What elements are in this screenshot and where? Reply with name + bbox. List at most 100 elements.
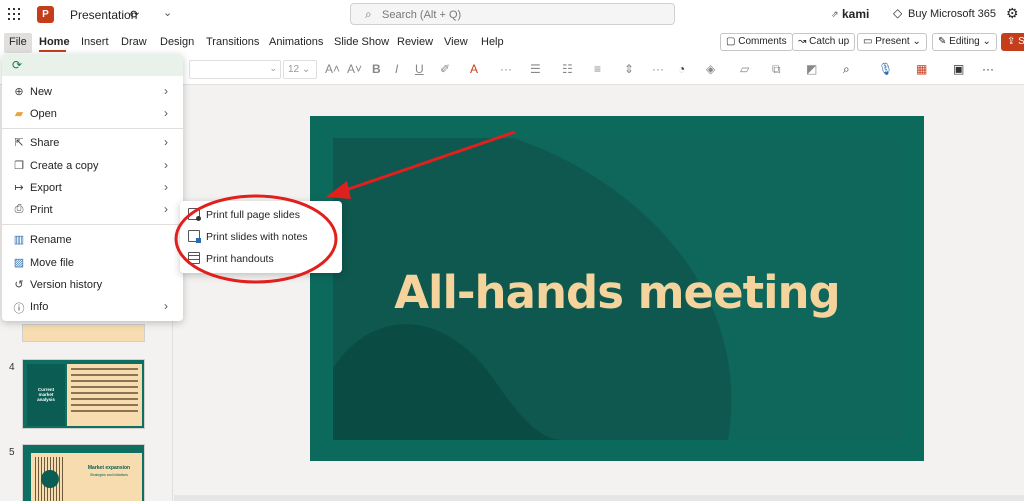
increase-font-icon[interactable]: A˄ [325, 62, 340, 76]
tab-review[interactable]: Review [397, 36, 433, 48]
slide-number: 5 [9, 447, 15, 458]
more-icon[interactable]: ··· [500, 62, 512, 76]
designer-icon[interactable]: ▦ [916, 62, 927, 76]
dictate-icon[interactable]: 🎙 [878, 62, 893, 76]
notes-print-icon [188, 230, 201, 243]
menu-item-open[interactable]: ▰ Open › [2, 104, 183, 124]
menu-item-label: Info [30, 301, 49, 313]
tab-file[interactable]: File [4, 33, 32, 53]
font-size-box[interactable]: 12 ⌄ [283, 60, 317, 79]
saved-status-icon: ⟳ [130, 9, 140, 21]
italic-icon[interactable]: I [395, 62, 398, 76]
slide-number: 4 [9, 362, 15, 373]
thumbnail-title: Market expansion [87, 465, 131, 471]
menu-item-create-copy[interactable]: ❐ Create a copy › [2, 156, 183, 176]
chevron-right-icon: › [164, 158, 168, 172]
active-tab-indicator [39, 50, 66, 52]
autosave-icon: ⟳ [12, 58, 23, 72]
highlight-icon[interactable]: ✐ [440, 62, 450, 76]
print-submenu: Print full page slides Print slides with… [180, 201, 342, 273]
tab-transitions[interactable]: Transitions [206, 36, 259, 48]
present-label: Present [875, 36, 910, 47]
numbering-icon[interactable]: ☷ [562, 62, 573, 76]
shapes-icon[interactable]: ◔ [678, 62, 685, 76]
menu-item-version-history[interactable]: ↺ Version history [2, 275, 183, 295]
tab-insert[interactable]: Insert [81, 36, 109, 48]
font-family-box[interactable]: ⌄ [189, 60, 281, 79]
menu-item-move-file[interactable]: ▨ Move file [2, 253, 183, 273]
align-icon[interactable]: ≡ [594, 62, 601, 76]
thumbnail-circle [41, 470, 59, 488]
menu-item-export[interactable]: ↦ Export › [2, 178, 183, 198]
document-title[interactable]: Presentation [70, 8, 137, 22]
menu-item-label: Move file [30, 257, 75, 269]
menu-item-new[interactable]: ⊕ New › [2, 82, 183, 102]
print-slides-with-notes-option[interactable]: Print slides with notes [180, 226, 342, 248]
bold-icon[interactable]: B [372, 62, 381, 76]
diamond-icon: ◇ [893, 6, 903, 20]
menu-item-rename[interactable]: ▥ Rename [2, 230, 183, 250]
slide-title[interactable]: All-hands meeting [310, 266, 924, 319]
slide-thumbnail-3[interactable] [22, 324, 145, 342]
submenu-item-label: Print full page slides [206, 209, 300, 221]
font-size-value: 12 [288, 64, 300, 75]
menu-item-label: Export [30, 182, 62, 194]
chevron-right-icon: › [164, 180, 168, 194]
more-options-icon[interactable]: ··· [982, 62, 994, 76]
share-button[interactable]: ⇪ S [1001, 33, 1024, 51]
search-placeholder: Search (Alt + Q) [382, 9, 462, 21]
gear-icon[interactable]: ⚙ [1006, 5, 1019, 22]
folder-icon: ▰ [14, 108, 24, 120]
tab-draw[interactable]: Draw [121, 36, 147, 48]
tab-design[interactable]: Design [160, 36, 194, 48]
add-ins-icon[interactable]: ▣ [953, 62, 964, 76]
catch-up-button[interactable]: ↝ Catch up [792, 33, 856, 51]
line-spacing-icon[interactable]: ⇕ [624, 62, 634, 76]
find-icon[interactable]: ⌕ [843, 62, 850, 77]
menu-tabs: File Home Insert Draw Design Transitions… [0, 30, 1024, 54]
menu-item-share[interactable]: ⇱ Share › [2, 133, 183, 153]
thumbnail-text-card [67, 364, 142, 426]
app-launcher-icon[interactable] [8, 8, 20, 20]
powerpoint-logo: P [37, 6, 54, 23]
comments-button[interactable]: ▢ Comments [720, 33, 793, 51]
menu-item-print[interactable]: ⎙ Print › [2, 200, 183, 220]
history-icon: ↺ [14, 279, 24, 291]
menu-item-label: Open [30, 108, 57, 120]
menu-item-label: New [30, 86, 53, 98]
copy-icon: ❐ [14, 160, 24, 172]
tab-home[interactable]: Home [39, 36, 70, 48]
menu-item-info[interactable]: ⓘ Info › [2, 297, 183, 317]
outline-icon[interactable]: ▱ [740, 62, 749, 76]
horizontal-scrollbar[interactable] [174, 495, 1024, 501]
quick-styles-icon[interactable]: ◩ [806, 62, 817, 76]
file-menu-header: ⟳ [2, 54, 183, 76]
tab-help[interactable]: Help [481, 36, 504, 48]
present-button[interactable]: ▭ Present ⌄ [857, 33, 927, 51]
tab-slide-show[interactable]: Slide Show [334, 36, 389, 48]
arrange-icon[interactable]: ⧉ [772, 62, 781, 77]
chevron-down-icon[interactable]: ⌄ [163, 6, 172, 19]
font-color-icon[interactable]: A [470, 62, 478, 76]
print-handouts-option[interactable]: Print handouts [180, 248, 342, 270]
kami-extension[interactable]: kami [842, 7, 869, 21]
main-slide[interactable]: All-hands meeting [310, 116, 924, 461]
underline-icon[interactable]: U [415, 62, 424, 76]
print-full-page-slides-option[interactable]: Print full page slides [180, 204, 342, 226]
tab-view[interactable]: View [444, 36, 468, 48]
menu-item-label: Print [30, 204, 53, 216]
more-icon[interactable]: ··· [652, 62, 664, 76]
handout-print-icon [188, 252, 200, 264]
bullets-icon[interactable]: ☰ [530, 62, 541, 76]
search-box[interactable]: ⌕ Search (Alt + Q) [350, 3, 675, 25]
slide-thumbnail-5[interactable]: Market expansion Strategies and initiati… [22, 444, 145, 501]
move-file-icon: ▨ [13, 257, 25, 269]
title-bar: P Presentation ⟳ ⌄ ⌕ Search (Alt + Q) ⇗ … [0, 0, 1024, 30]
buy-microsoft-365-link[interactable]: Buy Microsoft 365 [908, 8, 996, 20]
slide-thumbnail-4[interactable]: Current market analysis [22, 359, 145, 429]
menu-item-label: Version history [30, 279, 103, 291]
editing-mode-button[interactable]: ✎ Editing ⌄ [932, 33, 997, 51]
decrease-font-icon[interactable]: A˅ [347, 62, 362, 76]
tab-animations[interactable]: Animations [269, 36, 323, 48]
fill-icon[interactable]: ◈ [706, 62, 715, 76]
